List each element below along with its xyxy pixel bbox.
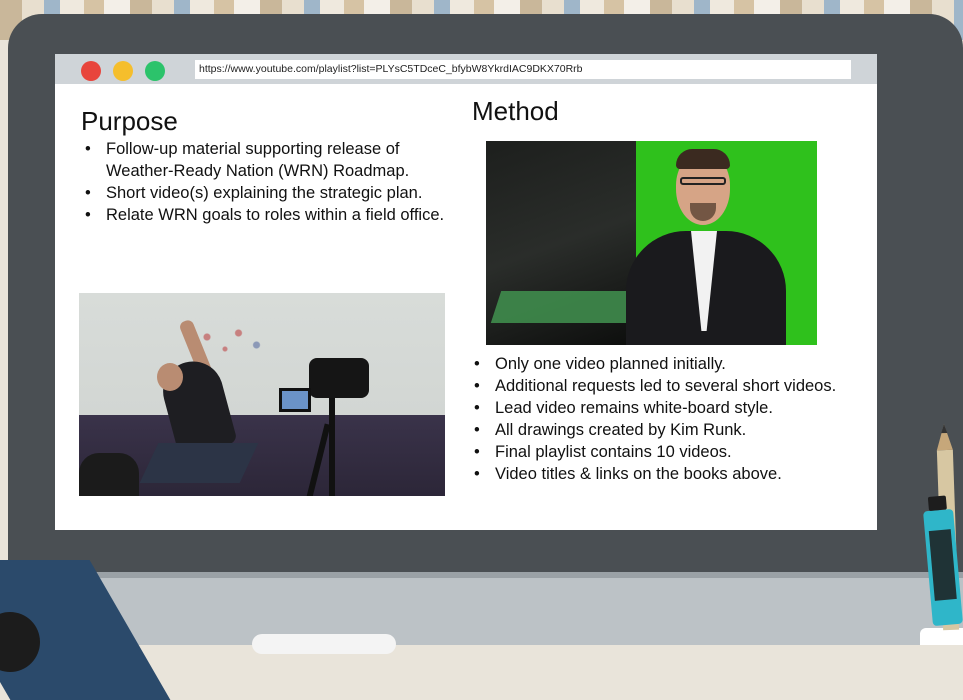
browser-toolbar: https://www.youtube.com/playlist?list=PL… — [55, 54, 877, 84]
list-item: Relate WRN goals to roles within a field… — [81, 204, 461, 226]
minimize-window-button[interactable] — [113, 61, 133, 81]
url-bar[interactable]: https://www.youtube.com/playlist?list=PL… — [195, 60, 851, 79]
list-item: Follow-up material supporting release of… — [81, 138, 461, 182]
purpose-heading: Purpose — [81, 106, 178, 136]
tripod — [305, 423, 331, 496]
person-legs — [139, 443, 259, 483]
whiteboard-drawing-photo — [79, 293, 445, 496]
list-item: Final playlist contains 10 videos. — [470, 441, 870, 463]
person-head — [157, 363, 183, 391]
glasses-icon — [680, 177, 726, 185]
laptop-base — [0, 572, 963, 645]
tripod — [329, 398, 335, 496]
list-item: Only one video planned initially. — [470, 353, 870, 375]
purpose-list: Follow-up material supporting release of… — [81, 138, 461, 226]
list-item: All drawings created by Kim Runk. — [470, 419, 870, 441]
video-camera-icon — [309, 358, 369, 398]
list-item: Lead video remains white-board style. — [470, 397, 870, 419]
method-heading: Method — [472, 96, 559, 126]
trackpad — [252, 634, 396, 654]
camera-display — [279, 388, 311, 412]
close-window-button[interactable] — [81, 61, 101, 81]
laptop-screen: https://www.youtube.com/playlist?list=PL… — [55, 54, 877, 530]
background-decoration — [920, 628, 963, 645]
list-item: Video titles & links on the books above. — [470, 463, 870, 485]
method-list: Only one video planned initially. Additi… — [470, 353, 870, 485]
presenter-hair — [676, 149, 730, 169]
chair — [79, 453, 139, 496]
maximize-window-button[interactable] — [145, 61, 165, 81]
list-item: Additional requests led to several short… — [470, 375, 870, 397]
list-item: Short video(s) explaining the strategic … — [81, 182, 461, 204]
green-screen-presenter-photo — [486, 141, 817, 345]
